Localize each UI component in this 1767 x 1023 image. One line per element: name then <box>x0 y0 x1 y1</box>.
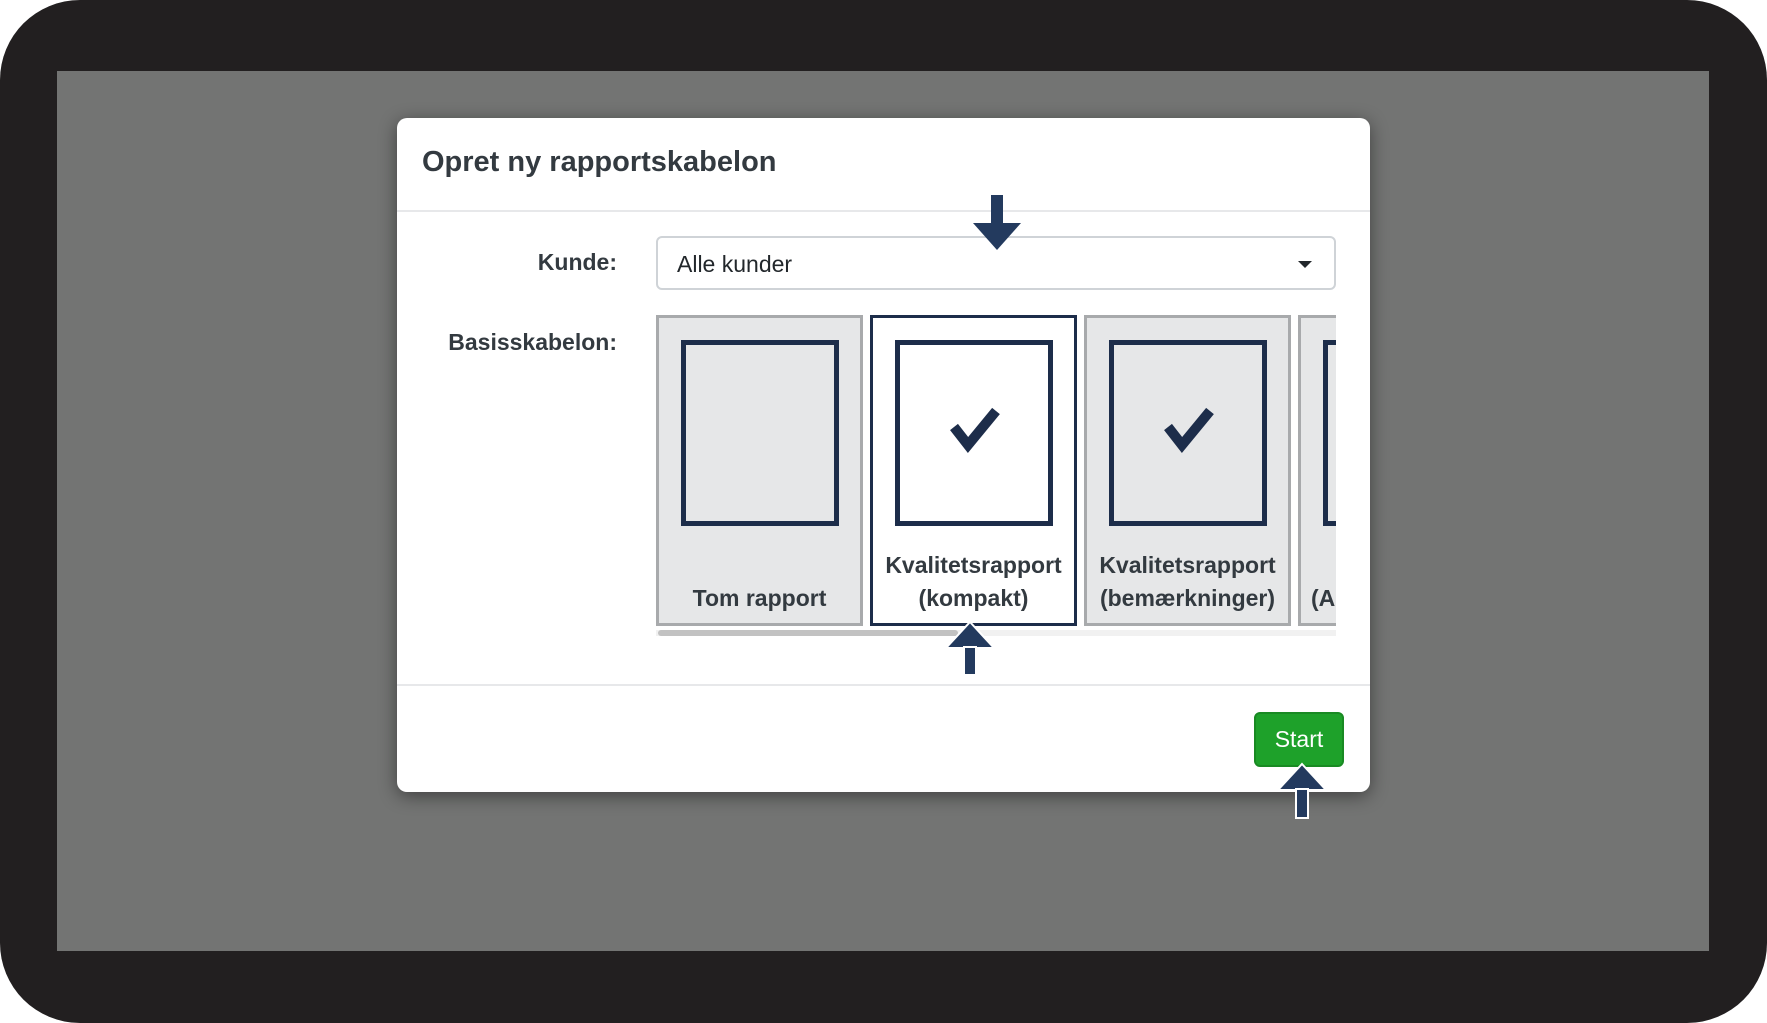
template-tile-label: (A <box>1311 585 1336 611</box>
chevron-down-icon <box>1298 261 1312 268</box>
template-label: Basisskabelon: <box>448 329 617 355</box>
template-tile-label: Kvalitetsrapport (kompakt) <box>885 552 1062 611</box>
document-icon <box>1109 340 1267 526</box>
template-tile-remarks[interactable]: Kvalitetsrapport (bemærkninger) <box>1084 315 1291 626</box>
document-icon <box>681 340 839 526</box>
start-button[interactable]: Start <box>1254 712 1344 767</box>
customer-label: Kunde: <box>537 249 617 275</box>
document-icon <box>895 340 1053 526</box>
check-icon <box>950 407 1000 454</box>
template-tile-partial[interactable]: (A <box>1298 315 1336 626</box>
dialog-footer <box>397 684 1370 686</box>
scrollbar-thumb[interactable] <box>658 630 958 636</box>
template-tile-compact[interactable]: Kvalitetsrapport (kompakt) <box>870 315 1077 626</box>
arrow-down-icon <box>973 195 1021 250</box>
template-tile-label: Tom rapport <box>692 585 827 611</box>
carousel-scrollbar[interactable] <box>656 630 1336 636</box>
arrow-up-icon <box>944 620 996 676</box>
document-icon <box>1323 340 1336 526</box>
template-tile-empty[interactable]: Tom rapport <box>656 315 863 626</box>
create-template-dialog: Opret ny rapportskabelon Kunde: Alle kun… <box>397 118 1370 792</box>
dialog-title: Opret ny rapportskabelon <box>422 146 777 178</box>
template-tile-label: Kvalitetsrapport (bemærkninger) <box>1099 552 1276 611</box>
customer-select-value: Alle kunder <box>677 251 793 277</box>
template-carousel: Tom rapport Kvalitetsrapport (kompakt) K <box>656 315 1336 655</box>
dialog-header: Opret ny rapportskabelon <box>397 118 1370 212</box>
check-icon <box>1164 407 1214 454</box>
arrow-up-icon <box>1276 762 1328 819</box>
